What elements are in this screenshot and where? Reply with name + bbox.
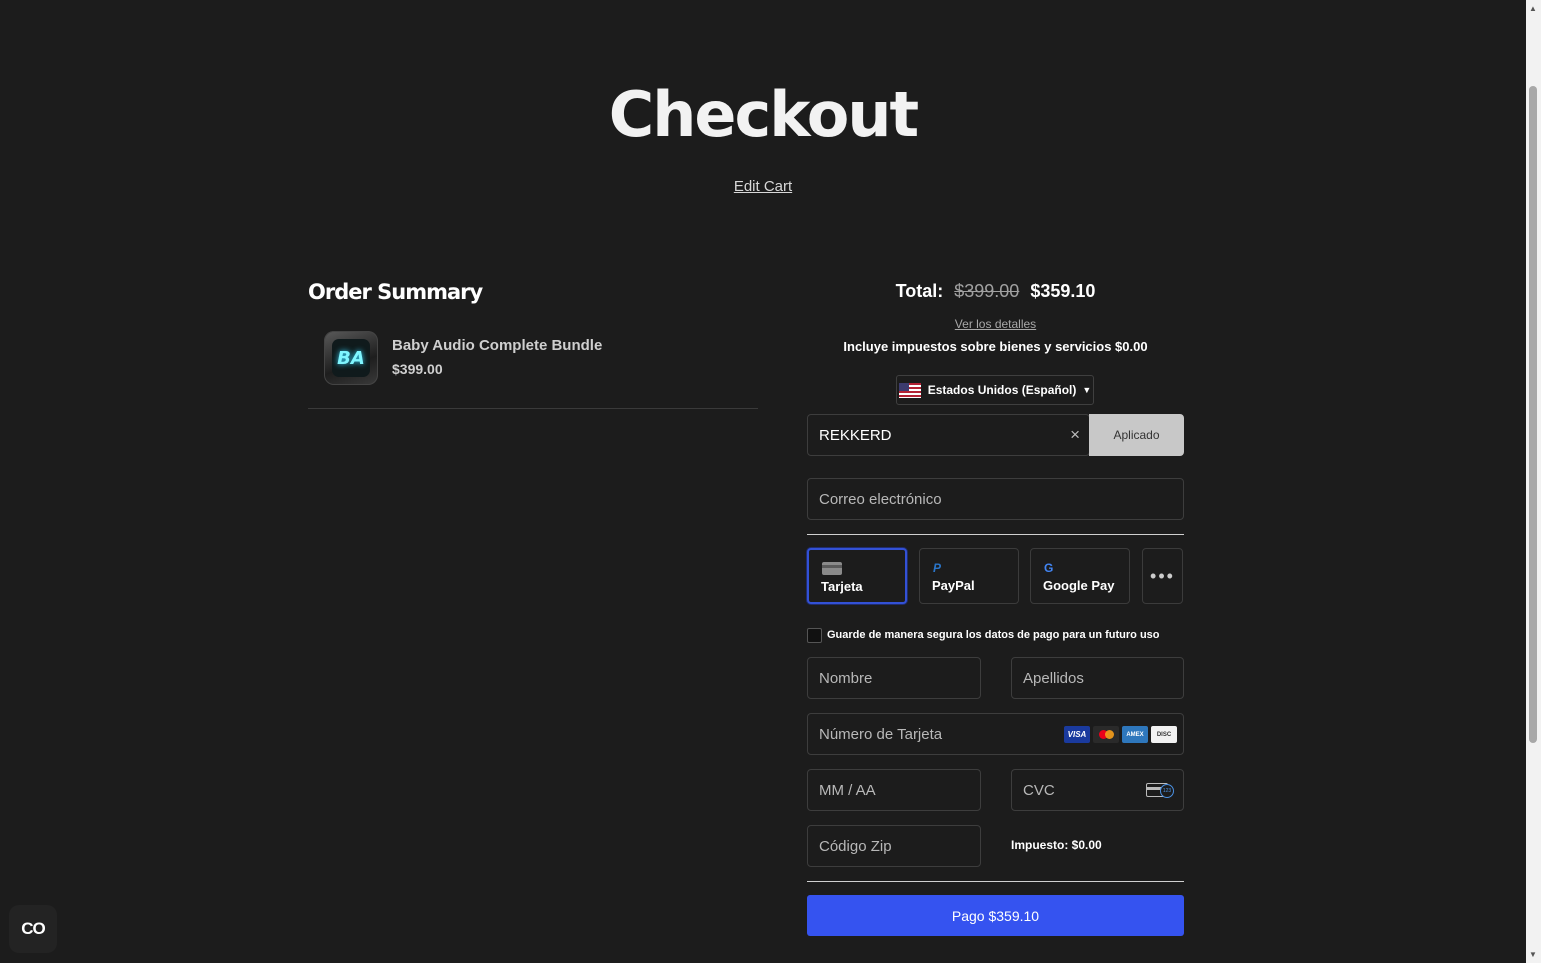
section-divider [807,881,1184,882]
email-field[interactable]: Correo electrónico [807,478,1184,520]
expiry-field[interactable]: MM / AA [807,769,981,811]
scrollbar-thumb[interactable] [1529,86,1537,743]
scroll-down-icon[interactable]: ▼ [1529,950,1537,959]
page-title: Checkout [608,78,919,151]
accessibility-widget-button[interactable]: CO [9,905,57,953]
product-name: Baby Audio Complete Bundle [392,337,603,354]
edit-cart-link[interactable]: Edit Cart [0,178,1526,195]
amex-icon: AMEX [1122,726,1148,743]
tab-card-label: Tarjeta [821,579,863,594]
close-icon[interactable]: × [1070,425,1080,445]
email-placeholder: Correo electrónico [819,490,942,508]
tab-paypal-label: PayPal [932,578,975,593]
zip-field[interactable]: Código Zip [807,825,981,867]
more-methods-button[interactable]: ••• [1142,548,1183,604]
pay-button[interactable]: Pago $359.10 [807,895,1184,936]
summary-divider [308,408,758,409]
locale-label: Estados Unidos (Español) [927,383,1077,397]
pay-button-label: Pago $359.10 [951,907,1040,924]
coupon-value: REKKERD [819,426,892,444]
tab-google-pay[interactable]: G Google Pay [1030,548,1130,604]
coupon-input[interactable]: REKKERD × [807,414,1090,456]
product-thumbnail: BA [324,331,378,385]
total-discounted-price: $359.10 [1030,281,1096,301]
first-name-field[interactable]: Nombre [807,657,981,699]
section-divider [807,534,1184,535]
product-logo: BA [332,339,370,377]
scrollbar[interactable]: ▲ ▼ [1526,0,1541,963]
google-icon: G [1044,561,1054,575]
scroll-up-icon[interactable]: ▲ [1529,4,1537,13]
last-name-field[interactable]: Apellidos [1011,657,1184,699]
order-summary-title: Order Summary [308,280,483,304]
last-name-placeholder: Apellidos [1023,669,1084,687]
expiry-placeholder: MM / AA [819,781,876,799]
tab-card[interactable]: Tarjeta [807,548,907,604]
product-price: $399.00 [392,361,443,377]
tax-note: Incluye impuestos sobre bienes y servici… [843,339,1148,354]
edit-cart-label[interactable]: Edit Cart [734,178,792,195]
tax-amount: Impuesto: $0.00 [1011,838,1102,852]
discover-icon: DISC [1151,726,1177,743]
save-payment-label: Guarde de manera segura los datos de pag… [827,629,1160,641]
cvc-badge: 123 [1160,784,1174,798]
save-payment-checkbox[interactable] [807,628,822,643]
cvc-field[interactable]: CVC 123 [1011,769,1184,811]
tab-paypal[interactable]: P PayPal [919,548,1019,604]
apply-coupon-button[interactable]: Aplicado [1089,414,1184,456]
view-details-link[interactable]: Ver los detalles [807,317,1184,331]
first-name-placeholder: Nombre [819,669,873,687]
us-flag-icon [898,382,921,398]
visa-icon: VISA [1064,726,1090,743]
cvc-card-icon: 123 [1146,783,1174,798]
locale-select[interactable]: Estados Unidos (Español) ▼ [896,375,1094,405]
cvc-placeholder: CVC [1023,781,1055,799]
accessibility-icon: CO [21,919,45,938]
caret-down-icon: ▼ [1082,385,1092,395]
card-number-field[interactable]: Número de Tarjeta VISA AMEX DISC [807,713,1184,755]
more-icon: ••• [1150,565,1175,586]
total-row: Total: $399.00 $359.10 [807,281,1184,302]
mastercard-icon [1093,726,1119,743]
card-number-placeholder: Número de Tarjeta [819,725,943,743]
zip-placeholder: Código Zip [819,837,892,855]
total-original-price: $399.00 [954,281,1020,301]
paypal-icon: P [933,561,942,575]
total-label: Total: [895,281,944,301]
tab-google-pay-label: Google Pay [1043,578,1115,593]
card-icon [822,562,842,575]
